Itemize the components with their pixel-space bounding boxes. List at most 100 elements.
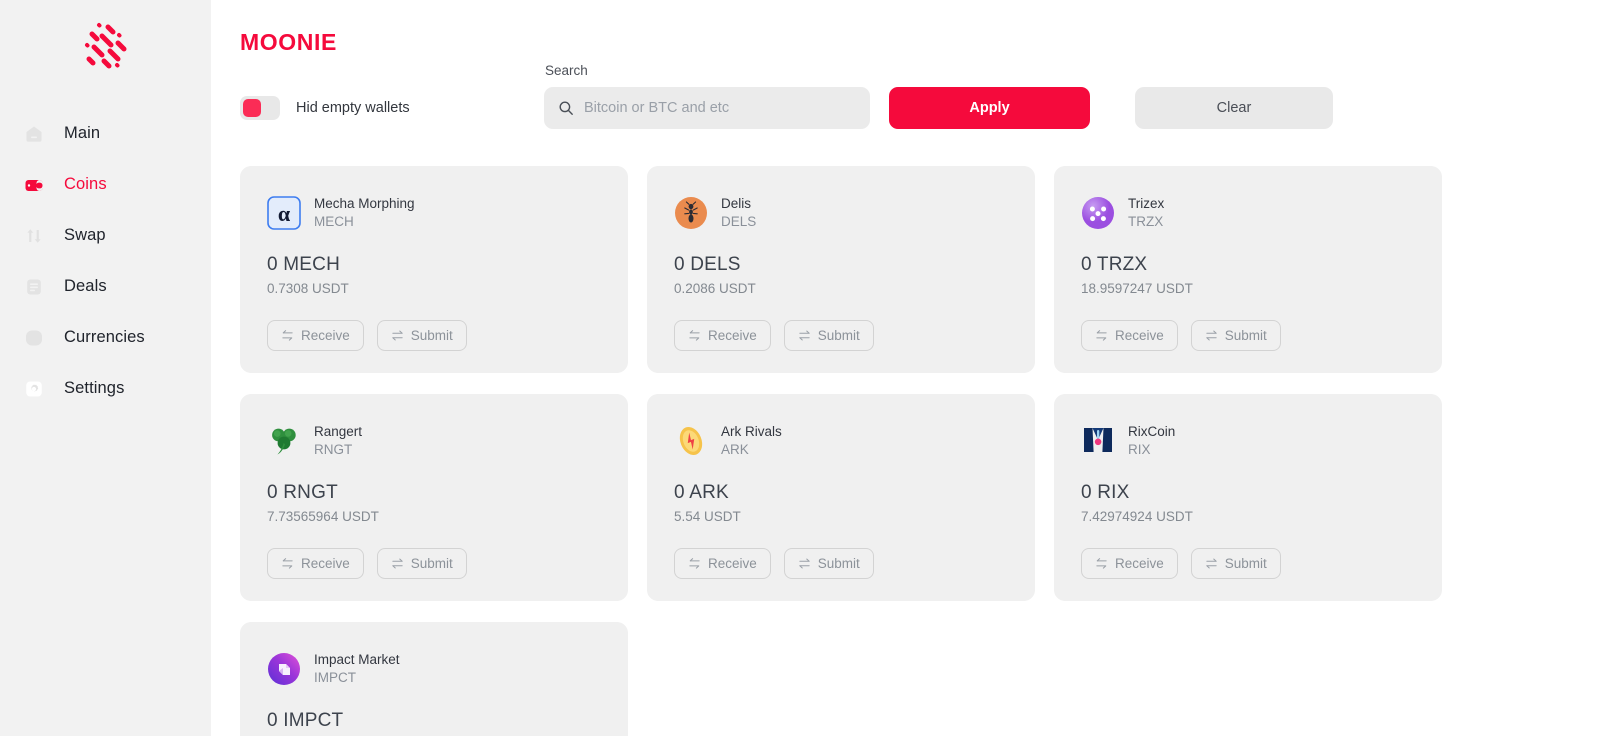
sidebar-item-settings[interactable]: Settings xyxy=(0,363,211,414)
submit-arrows-icon xyxy=(392,330,403,341)
coin-name-group: Trizex TRZX xyxy=(1128,196,1164,229)
submit-arrows-icon xyxy=(1206,558,1217,569)
sidebar-item-label: Swap xyxy=(64,226,106,244)
coin-balance: 0 IMPCT xyxy=(267,710,344,731)
receive-label: Receive xyxy=(708,556,757,571)
submit-arrows-icon xyxy=(799,558,810,569)
submit-button[interactable]: Submit xyxy=(376,548,467,579)
search-box[interactable] xyxy=(544,87,870,129)
coin-name: Trizex xyxy=(1128,196,1165,212)
sidebar-item-currencies[interactable]: Currencies xyxy=(0,312,211,363)
coin-card-actions: Receive Submit xyxy=(1081,548,1415,579)
coin-card-actions: Receive Submit xyxy=(674,548,1008,579)
apply-button[interactable]: Apply xyxy=(889,87,1090,129)
hide-empty-wallets-group: Hid empty wallets xyxy=(240,87,544,129)
sidebar-nav: Main Coins Swap Deals Currencies Setting… xyxy=(0,108,211,414)
receive-button[interactable]: Receive xyxy=(1081,320,1178,351)
coin-ticker: RIX xyxy=(1128,442,1151,457)
moonie-logo-icon xyxy=(84,23,126,69)
coin-card[interactable]: α Mecha Morphing MECH 0 MECH 0.7308 USDT xyxy=(240,166,628,373)
coin-card[interactable]: Delis DELS 0 DELS 0.2086 USDT Receive Su… xyxy=(647,166,1035,373)
search-label: Search xyxy=(545,63,588,78)
receive-button[interactable]: Receive xyxy=(674,548,771,579)
sidebar-item-label: Currencies xyxy=(64,328,145,346)
sidebar-item-coins[interactable]: Coins xyxy=(0,159,211,210)
submit-button[interactable]: Submit xyxy=(783,548,874,579)
receive-label: Receive xyxy=(708,328,757,343)
receive-arrows-icon xyxy=(1096,330,1107,341)
rixcoin-icon xyxy=(1084,428,1112,452)
home-icon xyxy=(24,124,44,144)
search-input[interactable] xyxy=(584,87,856,129)
submit-label: Submit xyxy=(410,328,453,343)
coin-card-header: Impact Market IMPCT xyxy=(267,650,601,688)
receive-arrows-icon xyxy=(689,558,700,569)
coin-fiat-value: 7.73565964 USDT xyxy=(267,509,379,524)
coin-name-group: RixCoin RIX xyxy=(1128,424,1175,457)
coin-name-group: Impact Market IMPCT xyxy=(314,652,400,685)
coin-card-actions: Receive Submit xyxy=(674,320,1008,351)
coin-card-actions: Receive Submit xyxy=(1081,320,1415,351)
coin-name: Mecha Morphing xyxy=(314,196,415,212)
circle-icon xyxy=(24,328,44,348)
coin-card[interactable]: Ark Rivals ARK 0 ARK 5.54 USDT Receive S… xyxy=(647,394,1035,601)
coin-card[interactable]: Rangert RNGT 0 RNGT 7.73565964 USDT Rece… xyxy=(240,394,628,601)
hide-empty-wallets-label: Hid empty wallets xyxy=(296,100,410,116)
coin-name: RixCoin xyxy=(1128,424,1176,440)
coin-fiat-value: 7.42974924 USDT xyxy=(1081,509,1193,524)
coin-name-group: Delis DELS xyxy=(721,196,756,229)
sidebar-item-label: Deals xyxy=(64,277,107,295)
coin-balance: 0 DELS xyxy=(674,254,741,275)
submit-arrows-icon xyxy=(799,330,810,341)
coin-fiat-value: 5.54 USDT xyxy=(674,509,741,524)
wallet-icon xyxy=(24,175,44,195)
impact-market-icon xyxy=(268,653,300,685)
receive-button[interactable]: Receive xyxy=(267,320,364,351)
submit-button[interactable]: Submit xyxy=(783,320,874,351)
clear-button[interactable]: Clear xyxy=(1135,87,1333,129)
sidebar-item-swap[interactable]: Swap xyxy=(0,210,211,261)
coin-ticker: MECH xyxy=(314,214,354,229)
delis-icon xyxy=(675,197,707,229)
receive-arrows-icon xyxy=(689,330,700,341)
submit-button[interactable]: Submit xyxy=(1190,320,1281,351)
sidebar-item-deals[interactable]: Deals xyxy=(0,261,211,312)
coin-ticker: IMPCT xyxy=(314,670,356,685)
coin-fiat-value: 0.7308 USDT xyxy=(267,281,349,296)
sidebar: Main Coins Swap Deals Currencies Setting… xyxy=(0,0,211,736)
coin-ticker: TRZX xyxy=(1128,214,1164,229)
coin-fiat-value: 0.2086 USDT xyxy=(674,281,756,296)
submit-button[interactable]: Submit xyxy=(376,320,467,351)
coin-balance: 0 MECH xyxy=(267,254,340,275)
coin-card-header: Rangert RNGT xyxy=(267,422,601,460)
toggle-knob xyxy=(243,99,261,117)
coin-card[interactable]: RixCoin RIX 0 RIX 7.42974924 USDT Receiv… xyxy=(1054,394,1442,601)
coin-card[interactable]: Impact Market IMPCT 0 IMPCT xyxy=(240,622,628,736)
coin-ticker: DELS xyxy=(721,214,757,229)
submit-button[interactable]: Submit xyxy=(1190,548,1281,579)
coin-name: Ark Rivals xyxy=(721,424,782,440)
coin-balance: 0 RNGT xyxy=(267,482,338,503)
search-icon xyxy=(559,101,573,115)
coin-card-grid: α Mecha Morphing MECH 0 MECH 0.7308 USDT xyxy=(240,166,1600,736)
coin-fiat-value: 18.9597247 USDT xyxy=(1081,281,1193,296)
logo-container[interactable] xyxy=(0,0,211,84)
receive-button[interactable]: Receive xyxy=(674,320,771,351)
hide-empty-wallets-toggle[interactable] xyxy=(240,96,280,120)
sidebar-item-label: Main xyxy=(64,124,101,142)
submit-arrows-icon xyxy=(392,558,403,569)
sidebar-item-main[interactable]: Main xyxy=(0,108,211,159)
coin-card-header: Delis DELS xyxy=(674,194,1008,232)
page-title: MOONIE xyxy=(240,29,337,55)
submit-label: Submit xyxy=(1224,328,1267,343)
coin-name-group: Ark Rivals ARK xyxy=(721,424,782,457)
coin-card[interactable]: Trizex TRZX 0 TRZX 18.9597247 USDT Recei… xyxy=(1054,166,1442,373)
receive-label: Receive xyxy=(1115,328,1164,343)
coin-balance: 0 TRZX xyxy=(1081,254,1148,275)
coin-name-group: Mecha Morphing MECH xyxy=(314,196,415,229)
receive-button[interactable]: Receive xyxy=(267,548,364,579)
coin-card-header: α Mecha Morphing MECH xyxy=(267,194,601,232)
receive-arrows-icon xyxy=(1096,558,1107,569)
receive-button[interactable]: Receive xyxy=(1081,548,1178,579)
sidebar-item-label: Settings xyxy=(64,379,125,397)
